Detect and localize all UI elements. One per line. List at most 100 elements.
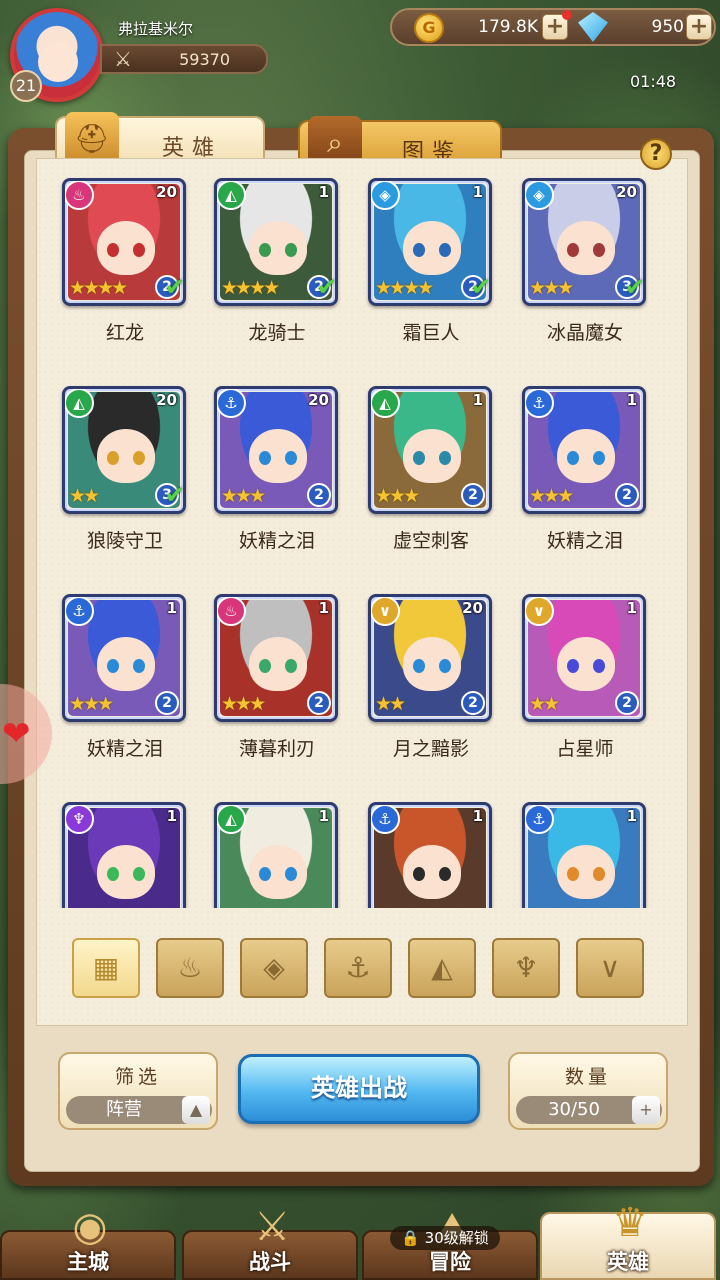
hero-card[interactable]: ◭ 1 ★★★ 2 虚空刺客 xyxy=(366,380,496,560)
notification-dot xyxy=(562,10,572,20)
nav-tab-1[interactable]: ⚔ 战斗 xyxy=(182,1204,358,1280)
hero-eye xyxy=(567,243,579,257)
filter-select[interactable]: 阵营 ▲ xyxy=(66,1096,212,1124)
deploy-heroes-button[interactable]: 英雄出战 xyxy=(238,1054,480,1124)
hero-eye xyxy=(439,867,451,881)
checkmark-icon: ✔ xyxy=(470,273,491,301)
nav-label: 冒险 xyxy=(429,1250,471,1274)
hero-portrait-frame: ∨ 20 ★★ 2 xyxy=(368,594,492,722)
hero-name: 冰晶魔女 xyxy=(546,322,623,344)
hero-card[interactable]: ∨ 1 ★★ 2 占星师 xyxy=(520,588,650,768)
filter-all-button[interactable]: ▦ xyxy=(72,938,140,998)
hero-card[interactable]: ⚓ 20 ★★★ 2 妖精之泪 xyxy=(212,380,342,560)
hero-stars: ★★★ xyxy=(221,693,266,715)
filter-dark-button[interactable]: ♆ xyxy=(492,938,560,998)
hero-face xyxy=(249,221,307,275)
hero-eye xyxy=(107,243,119,257)
hero-grid[interactable]: ♨ 20 ★★★★ 2 ✔ 红龙 ◭ 1 ★★★★ 2 ✔ 龙骑士 ◈ 1 ★★… xyxy=(40,172,686,908)
chevron-up-icon[interactable]: ▲ xyxy=(182,1096,210,1124)
hero-face xyxy=(403,429,461,483)
hero-portrait-frame: ♨ 20 ★★★★ 2 ✔ xyxy=(62,178,186,306)
hero-level: 1 xyxy=(318,807,329,825)
hero-count-badge: 2 xyxy=(615,691,639,715)
hero-face xyxy=(249,637,307,691)
hero-eye xyxy=(567,451,579,465)
count-box: 数量 30/50 + xyxy=(508,1052,668,1130)
hero-portrait-frame: ◈ 1 ★★★★ 2 ✔ xyxy=(368,178,492,306)
player-level-badge: 21 xyxy=(10,70,42,102)
expand-capacity-button[interactable]: + xyxy=(632,1096,660,1124)
hero-level: 1 xyxy=(626,807,637,825)
hero-name: 虚空刺客 xyxy=(392,530,469,552)
hero-card[interactable]: ◭ 20 ★★ 3 ✔ 狼陵守卫 xyxy=(60,380,190,560)
hero-eye xyxy=(413,451,425,465)
filter-beast-button[interactable]: ◭ xyxy=(408,938,476,998)
fire-faction-icon: ♨ xyxy=(65,181,94,210)
hero-card[interactable]: ⚓ 1 ★★★ 2 妖精之泪 xyxy=(520,380,650,560)
hero-stars: ★★ xyxy=(375,693,406,715)
anchor-faction-icon: ⚓ xyxy=(525,389,554,418)
nav-tab-0[interactable]: ◉ 主城 xyxy=(0,1204,176,1280)
hero-portrait-frame: ⚓ 1 xyxy=(522,802,646,908)
hero-card[interactable]: ◭ 1 ★★★★ 2 ✔ 龙骑士 xyxy=(212,172,342,352)
hero-portrait-frame: ◭ 1 ★★★ 2 xyxy=(368,386,492,514)
filter-light-button[interactable]: ∨ xyxy=(576,938,644,998)
hero-card[interactable]: ⚓ 1 ★★★ 2 妖精之泪 xyxy=(60,588,190,768)
hero-portrait-frame: ◭ 20 ★★ 3 ✔ xyxy=(62,386,186,514)
hero-card[interactable]: ♨ 1 ★★★ 2 薄暮利刃 xyxy=(212,588,342,768)
hero-eye xyxy=(439,451,451,465)
hero-level: 20 xyxy=(156,183,177,201)
count-display: 30/50 + xyxy=(516,1096,662,1124)
clock: 01:48 xyxy=(630,72,677,91)
hero-card[interactable]: ◈ 20 ★★★ 3 ✔ 冰晶魔女 xyxy=(520,172,650,352)
hero-level: 1 xyxy=(166,599,177,617)
beast-faction-icon: ◭ xyxy=(217,805,246,834)
hero-name: 狼陵守卫 xyxy=(86,530,163,552)
hero-name: 薄暮利刃 xyxy=(238,738,315,760)
hero-face xyxy=(97,429,155,483)
hero-card[interactable]: ♆ 1 xyxy=(60,796,190,908)
player-name: 弗拉基米尔 xyxy=(118,20,194,38)
water-faction-icon: ◈ xyxy=(263,951,285,984)
add-gems-button[interactable]: + xyxy=(686,14,712,40)
hero-card[interactable]: ◈ 1 ★★★★ 2 ✔ 霜巨人 xyxy=(366,172,496,352)
hero-card[interactable]: ⚓ 1 xyxy=(366,796,496,908)
hero-stars: ★★★★ xyxy=(375,277,434,299)
hero-face xyxy=(97,845,155,899)
anchor-faction-icon: ⚓ xyxy=(525,805,554,834)
beast-faction-icon: ◭ xyxy=(217,181,246,210)
gift-icon: ❤ xyxy=(2,714,31,754)
filter-anchor-button[interactable]: ⚓ xyxy=(324,938,392,998)
anchor-faction-icon: ⚓ xyxy=(217,389,246,418)
hero-eye xyxy=(133,451,145,465)
hero-portrait-frame: ♨ 1 ★★★ 2 xyxy=(214,594,338,722)
hero-portrait-frame: ⚓ 20 ★★★ 2 xyxy=(214,386,338,514)
hero-level: 1 xyxy=(472,807,483,825)
hero-level: 1 xyxy=(472,391,483,409)
hero-card[interactable]: ♨ 20 ★★★★ 2 ✔ 红龙 xyxy=(60,172,190,352)
hero-card[interactable]: ⚓ 1 xyxy=(520,796,650,908)
checkmark-icon: ✔ xyxy=(164,273,185,301)
bottom-nav: ◉主城⚔战斗⛰冒险♛英雄 xyxy=(0,1186,720,1280)
hero-eye xyxy=(567,867,579,881)
help-button[interactable]: ? xyxy=(640,138,672,170)
hero-card[interactable]: ◭ 1 xyxy=(212,796,342,908)
hero-level: 1 xyxy=(166,807,177,825)
hero-eye xyxy=(259,243,271,257)
filter-water-button[interactable]: ◈ xyxy=(240,938,308,998)
nav-tab-3[interactable]: ♛ 英雄 xyxy=(540,1200,716,1280)
filter-fire-button[interactable]: ♨ xyxy=(156,938,224,998)
beast-faction-icon: ◭ xyxy=(431,951,453,984)
power-value: 59370 xyxy=(179,50,230,69)
nav-label: 英雄 xyxy=(607,1250,649,1274)
hero-count-badge: 2 xyxy=(615,483,639,507)
hero-name: 占星师 xyxy=(556,738,614,760)
fire-faction-icon: ♨ xyxy=(177,951,203,984)
hero-card[interactable]: ∨ 20 ★★ 2 月之黯影 xyxy=(366,588,496,768)
hero-stars: ★★★ xyxy=(375,485,420,507)
hero-stars: ★★★ xyxy=(529,277,574,299)
anchor-faction-icon: ⚓ xyxy=(65,597,94,626)
hero-portrait-frame: ⚓ 1 ★★★ 2 xyxy=(522,386,646,514)
hero-stars: ★★★ xyxy=(529,485,574,507)
hero-level: 20 xyxy=(462,599,483,617)
